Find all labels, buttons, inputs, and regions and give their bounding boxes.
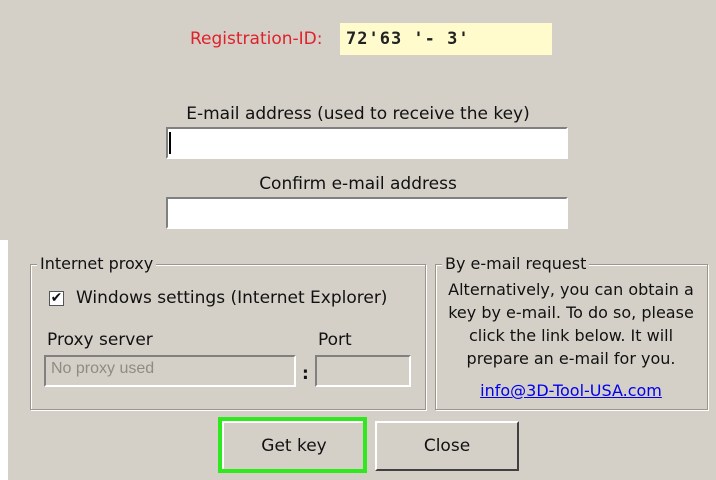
- get-key-button[interactable]: Get key: [222, 421, 366, 471]
- confirm-email-input[interactable]: [166, 197, 568, 229]
- text-cursor: [169, 132, 171, 154]
- proxy-server-input: No proxy used: [44, 355, 296, 387]
- port-separator: :: [302, 364, 309, 384]
- close-button[interactable]: Close: [375, 421, 519, 471]
- windows-settings-label[interactable]: Windows settings (Internet Explorer): [76, 288, 387, 308]
- registration-id-label: Registration-ID:: [190, 29, 323, 49]
- port-label: Port: [318, 330, 352, 350]
- confirm-email-label: Confirm e-mail address: [259, 174, 457, 194]
- proxy-server-label: Proxy server: [47, 330, 153, 350]
- email-input[interactable]: [166, 127, 568, 159]
- email-request-link[interactable]: info@3D-Tool-USA.com: [438, 381, 704, 400]
- email-request-text: Alternatively, you can obtain a key by e…: [448, 280, 694, 368]
- email-request-title: By e-mail request: [442, 254, 590, 274]
- registration-id-value: 72'63 '- 3': [340, 23, 552, 55]
- email-label: E-mail address (used to receive the key): [186, 104, 530, 124]
- windows-settings-checkbox[interactable]: ✔: [49, 291, 64, 306]
- internet-proxy-title: Internet proxy: [37, 254, 157, 274]
- port-input: [315, 355, 411, 387]
